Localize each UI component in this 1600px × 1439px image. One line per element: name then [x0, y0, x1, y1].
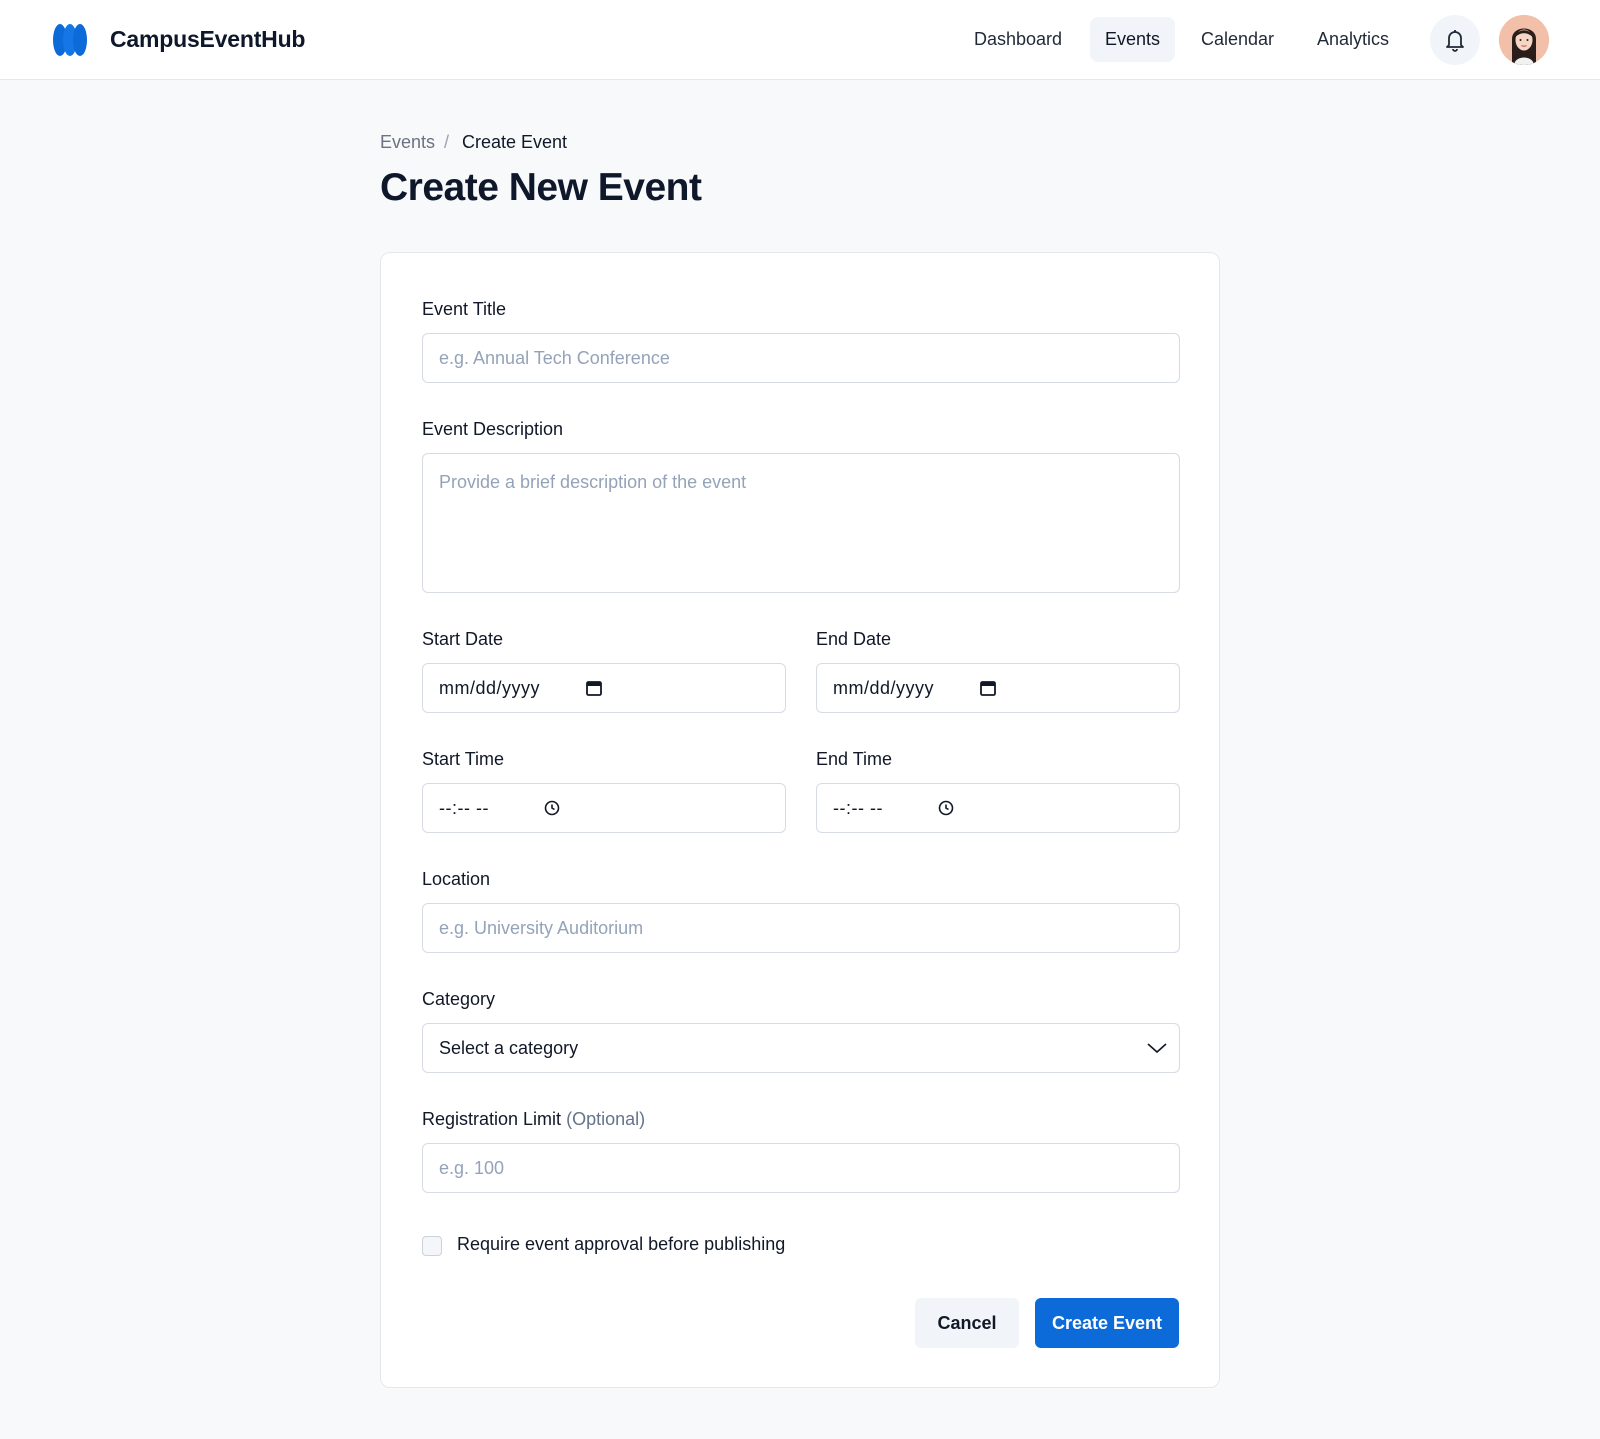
- end-time-label: End Time: [816, 749, 893, 769]
- registration-limit-label-text: Registration Limit: [422, 1109, 562, 1129]
- top-navigation-bar: CampusEventHub Dashboard Events Calendar…: [0, 0, 1600, 80]
- category-select[interactable]: Select a category: [422, 1023, 1180, 1073]
- clock-icon[interactable]: [937, 799, 955, 817]
- event-title-label: Event Title: [422, 299, 507, 319]
- approval-checkbox[interactable]: [422, 1236, 442, 1256]
- bell-icon: [1446, 30, 1464, 52]
- create-event-button[interactable]: Create Event: [1035, 1298, 1179, 1348]
- user-avatar[interactable]: [1499, 15, 1549, 65]
- nav-analytics[interactable]: Analytics: [1302, 17, 1404, 62]
- avatar-image: [1499, 15, 1549, 65]
- category-label: Category: [422, 989, 496, 1009]
- end-date-input[interactable]: mm/dd/yyyy: [816, 663, 1180, 713]
- registration-limit-input[interactable]: e.g. 100: [422, 1143, 1180, 1193]
- calendar-icon[interactable]: [979, 679, 997, 697]
- end-date-label: End Date: [816, 629, 892, 649]
- location-label: Location: [422, 869, 491, 889]
- breadcrumb-events-link[interactable]: Events: [380, 132, 435, 153]
- location-input[interactable]: e.g. University Auditorium: [422, 903, 1180, 953]
- nav-calendar[interactable]: Calendar: [1186, 17, 1289, 62]
- end-time-value: --:-- --: [833, 798, 883, 818]
- notifications-button[interactable]: [1430, 15, 1480, 65]
- clock-icon[interactable]: [543, 799, 561, 817]
- registration-limit-label: Registration Limit (Optional): [422, 1109, 645, 1130]
- start-time-label: Start Time: [422, 749, 505, 769]
- breadcrumb-separator: /: [444, 132, 450, 152]
- page-title: Create New Event: [380, 166, 702, 209]
- breadcrumb-current: Create Event: [462, 132, 568, 152]
- end-time-input[interactable]: --:-- --: [816, 783, 1180, 833]
- optional-tag: (Optional): [566, 1109, 646, 1129]
- event-title-input[interactable]: e.g. Annual Tech Conference: [422, 333, 1180, 383]
- start-date-value: mm/dd/yyyy: [439, 678, 541, 698]
- start-time-value: --:-- --: [439, 798, 489, 818]
- category-selected-value: Select a category: [439, 1038, 579, 1058]
- end-date-value: mm/dd/yyyy: [833, 678, 935, 698]
- logo-icon[interactable]: [52, 22, 88, 58]
- nav-dashboard[interactable]: Dashboard: [959, 17, 1077, 62]
- event-description-textarea[interactable]: Provide a brief description of the event: [422, 453, 1180, 593]
- start-date-input[interactable]: mm/dd/yyyy: [422, 663, 786, 713]
- cancel-button[interactable]: Cancel: [915, 1298, 1019, 1348]
- event-description-label: Event Description: [422, 419, 564, 439]
- approval-checkbox-label[interactable]: Require event approval before publishing: [457, 1234, 785, 1255]
- start-date-label: Start Date: [422, 629, 504, 649]
- calendar-icon[interactable]: [585, 679, 603, 697]
- start-time-input[interactable]: --:-- --: [422, 783, 786, 833]
- nav-events[interactable]: Events: [1090, 17, 1176, 62]
- app-name[interactable]: CampusEventHub: [110, 26, 305, 53]
- chevron-down-icon: [1147, 1043, 1167, 1054]
